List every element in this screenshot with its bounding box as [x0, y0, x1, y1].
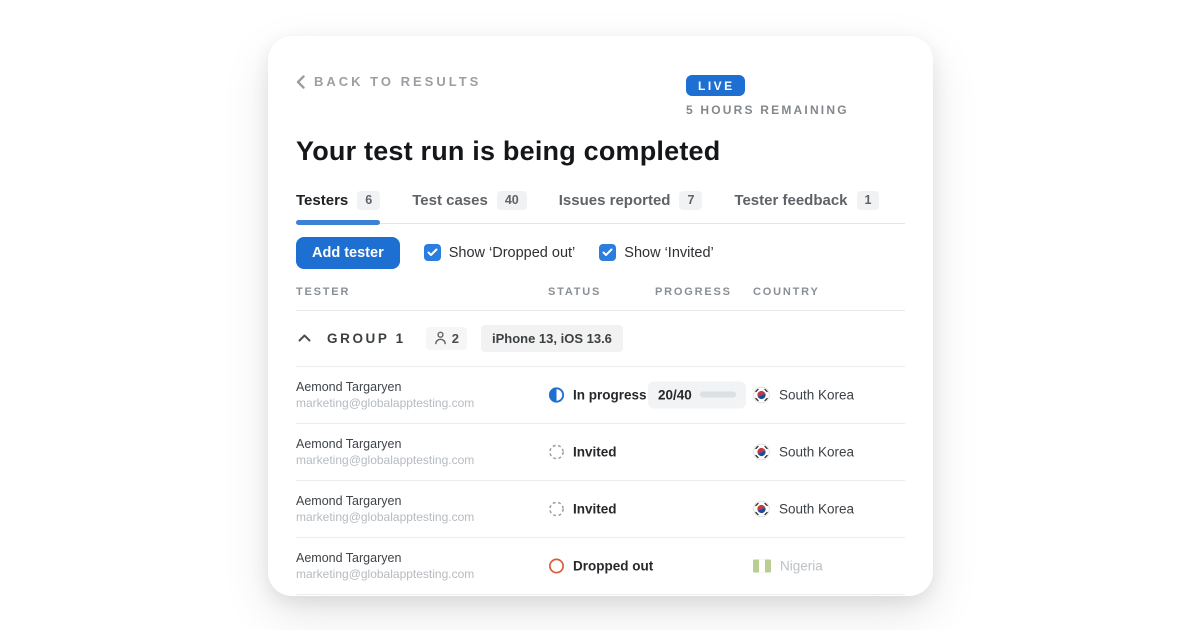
status-label: Invited	[573, 444, 617, 459]
person-icon	[434, 331, 447, 345]
tester-email: marketing@globalapptesting.com	[296, 453, 474, 467]
tab-count-badge: 1	[857, 191, 880, 210]
tester-cell: Aemond Targaryen marketing@globalapptest…	[296, 380, 474, 410]
table-controls: Add tester Show ‘Dropped out’ Show ‘Invi…	[296, 237, 905, 269]
tab-count-badge: 6	[357, 191, 380, 210]
status-cell: Invited	[548, 443, 617, 460]
table-row: Aemond Targaryen marketing@globalapptest…	[296, 538, 905, 595]
south-korea-flag-icon	[753, 386, 770, 403]
column-header-progress: PROGRESS	[655, 286, 732, 298]
page-background: BACK TO RESULTS LIVE 5 HOURS REMAINING Y…	[0, 0, 1200, 630]
status-label: Invited	[573, 501, 617, 516]
checkbox-label: Show ‘Dropped out’	[449, 245, 576, 261]
tab-count-badge: 7	[679, 191, 702, 210]
tab-label: Test cases	[412, 192, 488, 209]
column-header-country: COUNTRY	[753, 286, 820, 298]
chevron-up-icon	[298, 334, 311, 342]
collapse-group-button[interactable]	[296, 330, 313, 346]
checkbox-label: Show ‘Invited’	[624, 245, 713, 261]
south-korea-flag-icon	[753, 443, 770, 460]
add-tester-button[interactable]: Add tester	[296, 237, 400, 269]
tester-name: Aemond Targaryen	[296, 551, 474, 565]
tab-label: Testers	[296, 192, 348, 209]
status-cell: In progress	[548, 386, 647, 403]
country-cell: Nigeria	[753, 558, 823, 573]
tester-email: marketing@globalapptesting.com	[296, 510, 474, 524]
show-invited-checkbox[interactable]: Show ‘Invited’	[599, 244, 713, 261]
nigeria-flag-icon	[753, 559, 771, 572]
tester-name: Aemond Targaryen	[296, 437, 474, 451]
country-label: Nigeria	[780, 558, 823, 573]
country-label: South Korea	[779, 387, 854, 402]
tester-cell: Aemond Targaryen marketing@globalapptest…	[296, 437, 474, 467]
device-badge: iPhone 13, iOS 13.6	[481, 325, 623, 352]
card-header: BACK TO RESULTS LIVE 5 HOURS REMAINING	[296, 72, 905, 118]
tester-cell: Aemond Targaryen marketing@globalapptest…	[296, 551, 474, 581]
country-cell: South Korea	[753, 386, 854, 403]
country-cell: South Korea	[753, 443, 854, 460]
table-row: Aemond Targaryen marketing@globalapptest…	[296, 481, 905, 538]
tab-label: Issues reported	[559, 192, 671, 209]
tab-count-badge: 40	[497, 191, 527, 210]
south-korea-flag-icon	[753, 500, 770, 517]
status-label: In progress	[573, 387, 647, 402]
group-member-count: 2	[426, 327, 467, 350]
member-count: 2	[452, 331, 459, 346]
progress-badge: 20/40	[648, 381, 746, 408]
group-header-row: GROUP 1 2 iPhone 13, iOS 13.6	[296, 311, 905, 367]
tab-label: Tester feedback	[734, 192, 847, 209]
progress-bar	[700, 392, 736, 398]
tester-email: marketing@globalapptesting.com	[296, 396, 474, 410]
table-row: Aemond Targaryen marketing@globalapptest…	[296, 424, 905, 481]
dropped-out-icon	[548, 557, 565, 574]
tab-test-cases[interactable]: Test cases 40	[412, 191, 527, 223]
live-status: LIVE 5 HOURS REMAINING	[686, 75, 849, 117]
invited-icon	[548, 500, 565, 517]
test-run-card: BACK TO RESULTS LIVE 5 HOURS REMAINING Y…	[268, 36, 933, 596]
in-progress-icon	[548, 386, 565, 403]
country-label: South Korea	[779, 501, 854, 516]
tester-name: Aemond Targaryen	[296, 380, 474, 394]
tab-issues-reported[interactable]: Issues reported 7	[559, 191, 703, 223]
tab-testers[interactable]: Testers 6	[296, 191, 380, 223]
chevron-left-icon	[296, 75, 305, 89]
tester-cell: Aemond Targaryen marketing@globalapptest…	[296, 494, 474, 524]
country-cell: South Korea	[753, 500, 854, 517]
page-title: Your test run is being completed	[296, 136, 905, 167]
tester-email: marketing@globalapptesting.com	[296, 567, 474, 581]
checkbox-checked-icon	[599, 244, 616, 261]
table-header-row: TESTER STATUS PROGRESS COUNTRY	[296, 277, 905, 311]
progress-value: 20/40	[658, 387, 692, 402]
tester-name: Aemond Targaryen	[296, 494, 474, 508]
tabs: Testers 6 Test cases 40 Issues reported …	[296, 191, 905, 224]
checkbox-checked-icon	[424, 244, 441, 261]
live-badge: LIVE	[686, 75, 745, 96]
back-to-results-link[interactable]: BACK TO RESULTS	[296, 74, 481, 89]
back-label: BACK TO RESULTS	[314, 74, 481, 89]
partially-visible-row	[296, 595, 905, 597]
column-header-status: STATUS	[548, 286, 601, 298]
table-row: Aemond Targaryen marketing@globalapptest…	[296, 367, 905, 424]
group-name: GROUP 1	[327, 331, 406, 346]
progress-cell: 20/40	[648, 381, 746, 408]
status-cell: Dropped out	[548, 557, 653, 574]
time-remaining: 5 HOURS REMAINING	[686, 103, 849, 117]
tab-tester-feedback[interactable]: Tester feedback 1	[734, 191, 879, 223]
country-label: South Korea	[779, 444, 854, 459]
invited-icon	[548, 443, 565, 460]
status-cell: Invited	[548, 500, 617, 517]
column-header-tester: TESTER	[296, 286, 350, 298]
show-dropped-out-checkbox[interactable]: Show ‘Dropped out’	[424, 244, 576, 261]
status-label: Dropped out	[573, 558, 653, 573]
